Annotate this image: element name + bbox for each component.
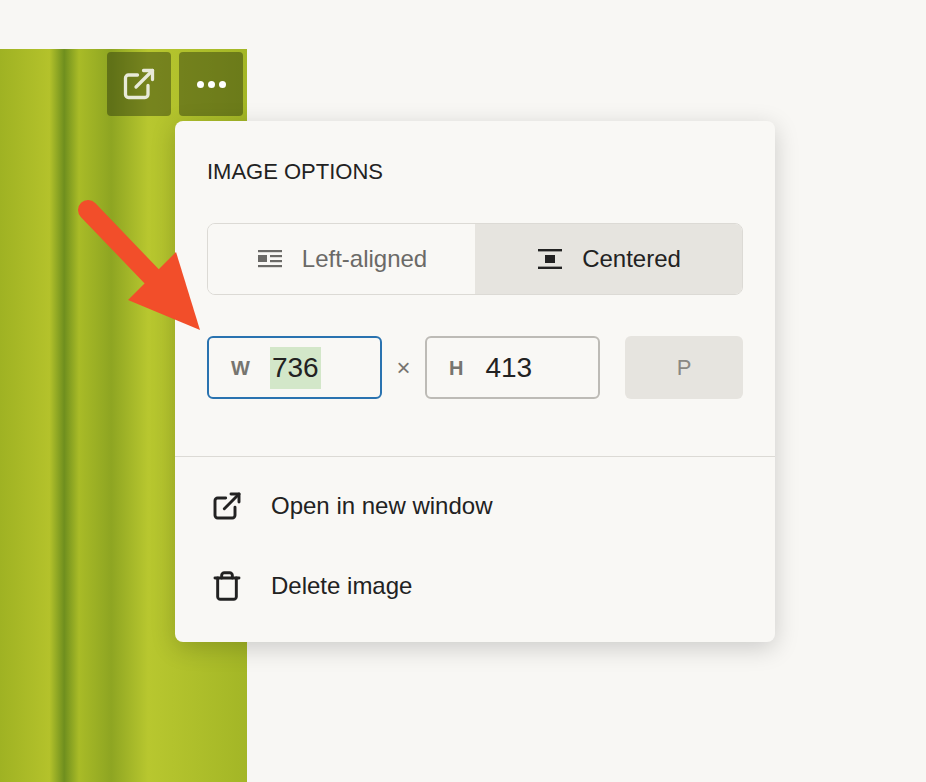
size-row: W 736 × H 413 P [207,336,743,399]
page: IMAGE OPTIONS Left-alignedCentered W 736 × H4… [0,0,926,782]
divider [175,456,775,457]
image-options-menu: IMAGE OPTIONS Left-alignedCentered W 736 × H4… [175,121,775,642]
more-button[interactable] [179,52,243,116]
alignment-control: Left-alignedCentered [207,223,743,295]
menu-title: IMAGE OPTIONS [207,159,743,185]
field-value: 413 [483,347,534,389]
field-label: W [231,353,250,383]
more-dots-icon [197,81,226,88]
alignment-option[interactable]: Left-aligned [208,224,475,294]
left-aligned-icon [256,245,284,273]
height-field[interactable]: H 413 [425,336,600,399]
size-button[interactable]: P [625,336,743,399]
centered-icon [536,245,564,273]
open-window-icon [211,490,243,522]
external-link-icon [121,66,157,102]
times-separator: × [382,350,425,386]
trash-icon [211,570,243,602]
field-label: H [449,353,463,383]
width-field[interactable]: W 736 [207,336,382,399]
annotation-arrow-icon [0,0,926,782]
menu-action[interactable]: Delete image [175,546,775,626]
alignment-option[interactable]: Centered [475,224,742,294]
open-external-button[interactable] [107,52,171,116]
menu-action[interactable]: Open in new window [175,466,775,546]
field-value: 736 [270,347,321,389]
